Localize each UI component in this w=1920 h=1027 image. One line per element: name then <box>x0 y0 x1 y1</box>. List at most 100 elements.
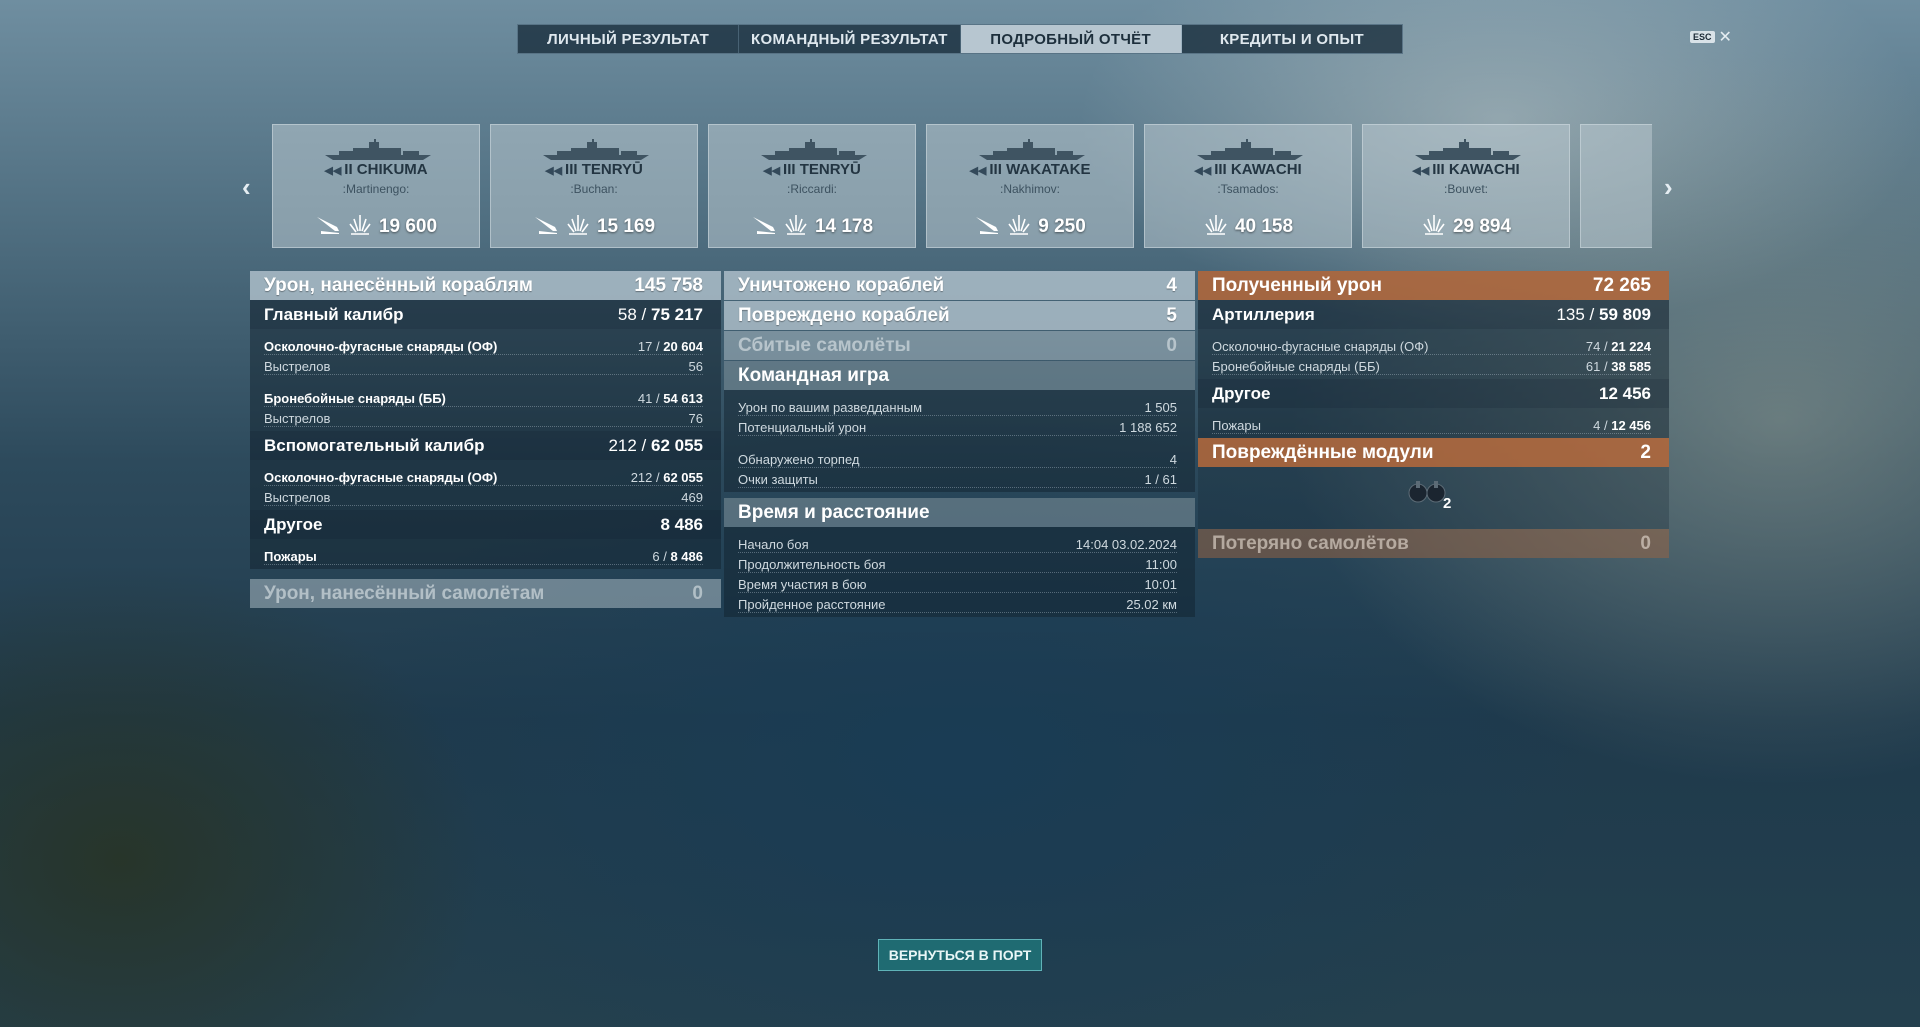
ship-silhouette-icon <box>759 139 869 161</box>
close-icon: ✕ <box>1718 29 1732 46</box>
ship-tier: II <box>344 161 353 178</box>
stat-value: 1 188 652 <box>1119 420 1177 435</box>
torpedo-hit-icon <box>974 213 1000 240</box>
ship-tier: III <box>565 161 578 178</box>
ship-silhouette-icon <box>977 139 1087 161</box>
planes-shot-value: 0 <box>1166 334 1177 356</box>
card-stats: 9 250 <box>927 213 1133 240</box>
nation-flag-icon: ◀◀ <box>763 165 781 177</box>
ship-card[interactable]: ◀◀ III TENRYŪ:Buchan: 15 169 <box>490 124 698 248</box>
stat-hits: 74 <box>1585 339 1601 354</box>
carousel-next-button[interactable]: › <box>1664 172 1673 203</box>
stat-value: 41 / 54 613 <box>637 391 703 406</box>
combat-summary-column: Уничтожено кораблей 4 Повреждено корабле… <box>724 271 1195 617</box>
stat-row: Пожары 6 / 8 486 <box>264 545 703 565</box>
artillery-header: Артиллерия 135 / 59 809 <box>1198 300 1669 329</box>
other-damage-label: Другое <box>264 514 323 534</box>
stat-value: 76 <box>688 411 703 426</box>
stat-row: Урон по вашим разведданным 1 505 <box>738 396 1177 416</box>
tab-1[interactable]: ЛИЧНЫЙ РЕЗУЛЬТАТ <box>518 25 740 53</box>
ship-card[interactable]: ◀◀ II CHIKUMA:Martinengo: 19 600 <box>272 124 480 248</box>
ship-name-text: TENRYŪ <box>799 161 861 178</box>
damage-dealt-value: 14 178 <box>814 215 874 237</box>
stat-label: Выстрелов <box>264 411 331 426</box>
stat-label: Осколочно-фугасные снаряды (ОФ) <box>1212 339 1429 354</box>
stat-label: Осколочно-фугасные снаряды (ОФ) <box>264 339 498 354</box>
team-play-label: Командная игра <box>738 364 890 386</box>
received-other-value: 12 456 <box>1599 383 1651 403</box>
esc-key-icon: ESC <box>1690 31 1715 43</box>
artillery-rows: Осколочно-фугасные снаряды (ОФ) 74 / 21 2… <box>1198 329 1669 379</box>
return-to-port-button[interactable]: ВЕРНУТЬСЯ В ПОРТ <box>878 939 1042 971</box>
stat-value: 61 / 38 585 <box>1585 359 1651 374</box>
secondary-battery-header: Вспомогательный калибр 212 / 62 055 <box>250 431 721 460</box>
stat-row: Очки защиты 1 / 61 <box>738 468 1177 488</box>
other-damage-header: Другое 8 486 <box>250 510 721 539</box>
stat-hits: 6 <box>652 549 660 564</box>
ships-damaged-header: Повреждено кораблей 5 <box>724 301 1195 330</box>
ship-card[interactable]: ◀◀ III KAWACHI:Tsamados: 40 158 <box>1144 124 1352 248</box>
stat-amount: 21 224 <box>1611 339 1651 354</box>
plane-damage-value: 0 <box>692 582 703 604</box>
received-other-header: Другое 12 456 <box>1198 379 1669 408</box>
tab-2[interactable]: КОМАНДНЫЙ РЕЗУЛЬТАТ <box>739 25 961 53</box>
damage-dealt-value: 29 894 <box>1452 215 1512 237</box>
ship-name: ◀◀ III KAWACHI <box>1145 161 1351 178</box>
other-damage-rows: Пожары 6 / 8 486 <box>250 539 721 569</box>
tab-3[interactable]: ПОДРОБНЫЙ ОТЧЁТ <box>960 25 1182 53</box>
ship-card[interactable]: ◀◀ III WAKATAKE:Nakhimov: 9 250 <box>926 124 1134 248</box>
ship-card[interactable]: ◀◀ III TENRYŪ:Riccardi: 14 178 <box>708 124 916 248</box>
stat-amount: 62 055 <box>663 470 703 485</box>
ship-tier: III <box>1214 161 1227 178</box>
plane-damage-header: Урон, нанесённый самолётам 0 <box>250 579 721 608</box>
stat-value: 25.02 км <box>1126 597 1177 612</box>
stat-label: Выстрелов <box>264 359 331 374</box>
stat-value: 6 / 8 486 <box>652 549 703 564</box>
ship-name-text: CHIKUMA <box>356 161 428 178</box>
ship-name: ◀◀ II CHIKUMA <box>273 161 479 178</box>
ship-name-text: TENRYŪ <box>581 161 643 178</box>
ships-destroyed-header: Уничтожено кораблей 4 <box>724 271 1195 300</box>
nation-flag-icon: ◀◀ <box>1412 165 1430 177</box>
damage-dealt-column: Урон, нанесённый кораблям 145 758 Главны… <box>250 271 721 608</box>
ships-destroyed-value: 4 <box>1166 274 1177 296</box>
torpedo-hit-icon <box>533 213 559 240</box>
artillery-value: 59 809 <box>1599 304 1651 324</box>
stat-hits: 41 <box>637 391 653 406</box>
main-battery-header: Главный калибр 58 / 75 217 <box>250 300 721 329</box>
stat-label: Пройденное расстояние <box>738 597 886 612</box>
ship-card[interactable]: ◀◀ III KAWACHI:Bouvet: 29 894 <box>1362 124 1570 248</box>
damage-dealt-value: 9 250 <box>1038 215 1086 237</box>
nation-flag-icon: ◀◀ <box>324 165 342 177</box>
stat-hits: 4 <box>1593 418 1601 433</box>
stat-row: Бронебойные снаряды (ББ) 41 / 54 613 <box>264 387 703 407</box>
ship-name-text: KAWACHI <box>1230 161 1302 178</box>
artillery-label: Артиллерия <box>1212 304 1315 324</box>
time-distance-header: Время и расстояние <box>724 498 1195 527</box>
destroyed-ships-carousel: ◀◀ II CHIKUMA:Martinengo: 19 600 ◀◀ III TENR… <box>272 124 1652 250</box>
ship-tier: III <box>989 161 1002 178</box>
stat-row: Выстрелов 469 <box>264 486 703 506</box>
ship-name-text: WAKATAKE <box>1006 161 1091 178</box>
stat-amount: 54 613 <box>663 391 703 406</box>
tab-4[interactable]: КРЕДИТЫ И ОПЫТ <box>1182 25 1402 53</box>
player-name: :Riccardi: <box>786 182 837 196</box>
stat-hits: 61 <box>1585 359 1601 374</box>
stat-label: Пожары <box>1212 418 1261 433</box>
ship-name: ◀◀ III KAWACHI <box>1363 161 1569 178</box>
main-battery-value: 75 217 <box>651 304 703 324</box>
stat-label: Обнаружено торпед <box>738 452 860 467</box>
carousel-prev-button[interactable]: ‹ <box>242 172 251 203</box>
stat-row: Пожары 4 / 12 456 <box>1212 414 1651 434</box>
close-button[interactable]: ESC ✕ <box>1690 27 1732 47</box>
nation-flag-icon: ◀◀ <box>1194 165 1212 177</box>
stat-value: 1 505 <box>1144 400 1177 415</box>
stat-label: Пожары <box>264 549 317 564</box>
main-battery-hits: 58 <box>617 304 637 324</box>
damaged-modules-label: Повреждённые модули <box>1212 441 1434 463</box>
damage-received-column: Полученный урон 72 265 Артиллерия 135 / … <box>1198 271 1669 558</box>
ship-card-partial[interactable] <box>1580 124 1652 248</box>
ship-tier: III <box>1432 161 1445 178</box>
stat-value: 17 / 20 604 <box>637 339 703 354</box>
time-distance-label: Время и расстояние <box>738 501 930 523</box>
